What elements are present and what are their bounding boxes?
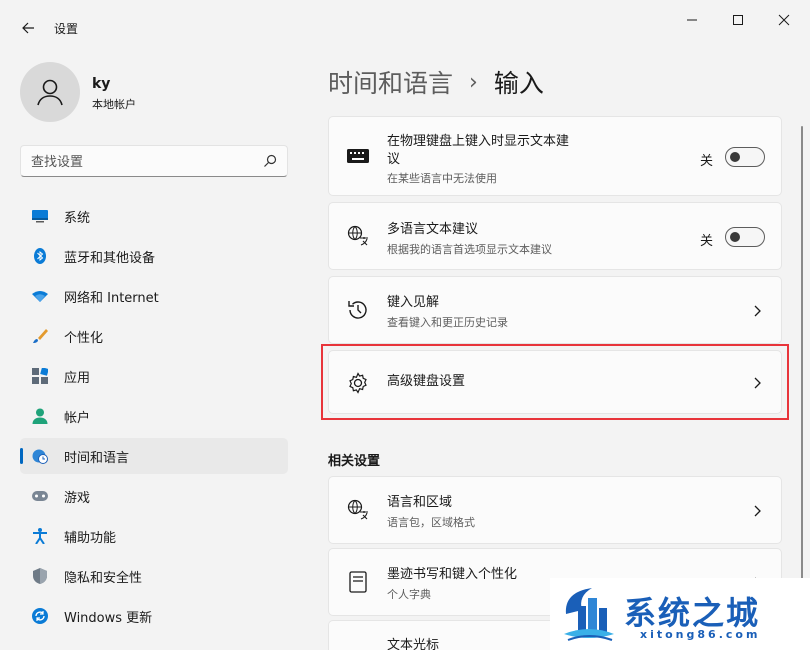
toggle-state-label: 关 [699, 154, 713, 169]
search-icon[interactable] [263, 154, 277, 168]
history-icon [347, 299, 369, 321]
maximize-icon [733, 15, 743, 25]
update-icon [32, 608, 48, 624]
close-button[interactable] [769, 8, 799, 32]
setting-title: 文本光标 [387, 638, 440, 650]
scrollbar[interactable] [801, 126, 803, 596]
setting-title: 语言和区域 [387, 495, 453, 510]
sidebar-item-personalization[interactable]: 个性化 [20, 318, 288, 354]
title-bar: 设置 [0, 0, 810, 48]
person-icon [37, 79, 63, 106]
setting-title: 键入见解 [387, 295, 440, 310]
setting-title: 墨迹书写和键入个性化 [387, 567, 518, 582]
toggle-state-label: 关 [699, 234, 713, 249]
page-title: 输入 [493, 69, 544, 98]
sidebar-item-label: Windows 更新 [64, 610, 153, 626]
close-icon [778, 14, 790, 26]
notebook-icon [347, 571, 369, 593]
setting-subtitle: 个人字典 [387, 588, 431, 601]
account-type: 本地帐户 [92, 98, 136, 111]
apps-icon [32, 368, 48, 384]
setting-card-multilingual-suggestions: 多语言文本建议 根据我的语言首选项显示文本建议 关 [328, 202, 782, 270]
sidebar-item-gaming[interactable]: 游戏 [20, 478, 288, 514]
breadcrumb-separator: › [469, 69, 478, 95]
user-profile[interactable]: ky 本地帐户 [20, 62, 290, 122]
accessibility-icon [32, 528, 48, 544]
toggle-knob [730, 232, 740, 242]
avatar [20, 62, 80, 122]
sidebar-item-label: 帐户 [64, 410, 91, 426]
watermark: 系统之城 xitong86.com [550, 578, 810, 650]
sidebar-item-label: 隐私和安全性 [64, 570, 143, 586]
sidebar-item-accessibility[interactable]: 辅助功能 [20, 518, 288, 554]
sidebar-item-accounts[interactable]: 帐户 [20, 398, 288, 434]
wifi-icon [32, 288, 48, 304]
brush-icon [32, 328, 48, 344]
bluetooth-icon [32, 248, 48, 264]
chevron-right-icon [754, 305, 761, 317]
sidebar-item-label: 系统 [64, 210, 91, 226]
app-title: 设置 [54, 22, 79, 36]
setting-title: 在物理键盘上键入时显示文本建 议 [387, 134, 570, 167]
setting-card-language-region[interactable]: 语言和区域 语言包，区域格式 [328, 476, 782, 544]
sidebar-item-label: 时间和语言 [64, 450, 130, 466]
minimize-button[interactable] [677, 8, 707, 32]
gamepad-icon [32, 488, 48, 504]
highlight-box [321, 344, 789, 420]
breadcrumb-parent[interactable]: 时间和语言 [328, 64, 453, 100]
sidebar-item-label: 应用 [64, 370, 91, 386]
sidebar-item-label: 个性化 [64, 330, 104, 346]
sidebar-item-label: 网络和 Internet [64, 290, 159, 306]
sidebar-item-bluetooth[interactable]: 蓝牙和其他设备 [20, 238, 288, 274]
sidebar-item-label: 游戏 [64, 490, 91, 506]
minimize-icon [687, 19, 697, 21]
setting-card-typing-insights[interactable]: 键入见解 查看键入和更正历史记录 [328, 276, 782, 344]
setting-title: 多语言文本建议 [387, 222, 479, 237]
sidebar-item-system[interactable]: 系统 [20, 198, 288, 234]
sidebar-item-label: 蓝牙和其他设备 [64, 250, 156, 266]
setting-card-physical-keyboard-suggestions: 在物理键盘上键入时显示文本建 议 在某些语言中无法使用 关 [328, 116, 782, 196]
physical-keyboard-suggestions-toggle[interactable] [725, 147, 765, 167]
sidebar-nav: 系统 蓝牙和其他设备 网络和 Internet 个性化 应用 帐户 时间和语言 … [20, 198, 288, 638]
watermark-url: xitong86.com [640, 628, 761, 641]
account-icon [32, 408, 48, 424]
language-icon [347, 499, 369, 521]
globe-clock-icon [32, 448, 48, 464]
watermark-logo-icon [564, 588, 614, 641]
setting-subtitle: 查看键入和更正历史记录 [387, 316, 508, 329]
maximize-button[interactable] [723, 8, 753, 32]
sidebar-item-apps[interactable]: 应用 [20, 358, 288, 394]
setting-subtitle: 在某些语言中无法使用 [387, 172, 497, 185]
related-settings-title: 相关设置 [328, 454, 381, 469]
sidebar-item-privacy[interactable]: 隐私和安全性 [20, 558, 288, 594]
shield-icon [32, 568, 48, 584]
arrow-left-icon [22, 22, 34, 34]
system-icon [32, 208, 48, 224]
toggle-knob [730, 152, 740, 162]
keyboard-icon [347, 145, 369, 167]
sidebar-item-time-language[interactable]: 时间和语言 [20, 438, 288, 474]
sidebar-item-network[interactable]: 网络和 Internet [20, 278, 288, 314]
breadcrumb: 时间和语言 › 输入 [328, 62, 544, 102]
sidebar-item-windows-update[interactable]: Windows 更新 [20, 598, 288, 634]
search-input[interactable] [31, 152, 256, 172]
back-button[interactable] [14, 14, 42, 42]
multilingual-suggestions-toggle[interactable] [725, 227, 765, 247]
search-box[interactable] [20, 145, 288, 177]
chevron-right-icon [754, 505, 761, 517]
language-icon [347, 225, 369, 247]
sidebar-item-label: 辅助功能 [64, 530, 117, 546]
setting-subtitle: 语言包，区域格式 [387, 516, 475, 529]
setting-subtitle: 根据我的语言首选项显示文本建议 [387, 243, 552, 256]
user-name: ky [92, 76, 111, 92]
